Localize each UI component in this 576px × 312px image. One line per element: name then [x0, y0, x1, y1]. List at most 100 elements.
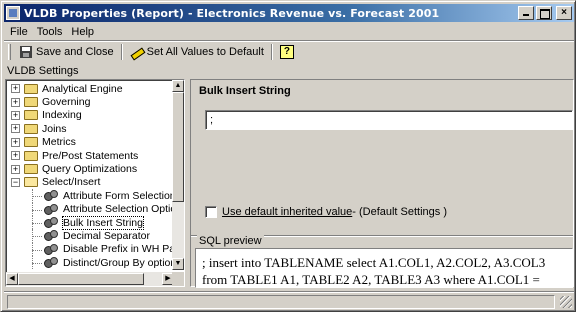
tree-vertical-scrollbar[interactable]: ▲ ▼ — [172, 80, 184, 270]
minimize-button[interactable] — [518, 6, 534, 20]
save-and-close-label: Save and Close — [36, 45, 114, 58]
settings-tree[interactable]: + Analytical Engine + Governing + Indexi… — [5, 79, 185, 287]
tree-item-label: Attribute Selection Option f — [63, 203, 172, 216]
expand-icon[interactable]: + — [11, 164, 20, 174]
tree-item-label: Bulk Insert String — [62, 215, 144, 230]
status-pane — [7, 295, 555, 309]
collapse-icon[interactable]: − — [11, 177, 20, 187]
tree-item-label: Decimal Separator — [63, 229, 150, 242]
setting-icon — [44, 257, 58, 269]
folder-icon — [24, 97, 38, 108]
tree-group-indexing[interactable]: + Indexing — [8, 109, 172, 122]
sql-preview-box[interactable]: ; insert into TABLENAME select A1.COL1, … — [195, 248, 573, 288]
tree-group-governing[interactable]: + Governing — [8, 95, 172, 108]
tree-group-label: Indexing — [42, 109, 82, 122]
maximize-button[interactable] — [536, 6, 552, 20]
expand-icon[interactable]: + — [11, 110, 20, 120]
set-all-defaults-button[interactable]: Set All Values to Default — [127, 43, 267, 61]
scroll-down-icon[interactable]: ▼ — [172, 258, 184, 270]
expand-icon[interactable]: + — [11, 84, 20, 94]
status-bar — [4, 291, 574, 310]
save-icon — [20, 45, 32, 58]
scroll-up-icon[interactable]: ▲ — [172, 80, 184, 92]
close-button[interactable]: × — [556, 6, 572, 20]
scroll-left-icon[interactable]: ◀ — [6, 273, 18, 285]
tree-line — [32, 236, 42, 238]
folder-icon — [24, 150, 38, 161]
tree-group-joins[interactable]: + Joins — [8, 122, 172, 135]
help-icon: ? — [279, 44, 294, 59]
tree-group-pre-post-statements[interactable]: + Pre/Post Statements — [8, 149, 172, 162]
tree-group-label: Query Optimizations — [42, 163, 138, 176]
tree-item-decimal-separator[interactable]: Decimal Separator — [8, 229, 172, 243]
use-default-label: Use default inherited value — [222, 206, 353, 218]
tree-group-analytical-engine[interactable]: + Analytical Engine — [8, 82, 172, 95]
set-all-defaults-label: Set All Values to Default — [146, 45, 264, 58]
horizontal-scroll-thumb[interactable] — [18, 273, 144, 285]
toolbar-grip[interactable] — [8, 43, 11, 60]
expand-icon[interactable]: + — [11, 97, 20, 107]
expand-icon[interactable]: + — [11, 124, 20, 134]
tree-group-label: Joins — [42, 122, 67, 135]
use-default-suffix: - (Default Settings ) — [352, 206, 448, 218]
expand-icon[interactable]: + — [11, 137, 20, 147]
toolbar-separator — [120, 43, 123, 60]
menu-tools[interactable]: Tools — [37, 26, 63, 38]
resize-grip-icon[interactable] — [560, 296, 572, 308]
tree-horizontal-scrollbar[interactable]: ◀ ▶ — [6, 272, 174, 286]
tree-line — [32, 222, 42, 224]
vldb-properties-window: VLDB Properties (Report) - Electronics R… — [0, 0, 576, 312]
tree-item-distinct-group-by[interactable]: Distinct/Group By option (wl — [8, 256, 172, 270]
open-folder-icon — [24, 177, 38, 188]
setting-icon — [44, 243, 58, 255]
use-default-checkbox[interactable] — [205, 206, 217, 218]
tree-rows: + Analytical Engine + Governing + Indexi… — [8, 82, 172, 270]
setting-icon — [44, 203, 58, 215]
window-title: VLDB Properties (Report) - Electronics R… — [24, 6, 440, 20]
help-button[interactable]: ? — [277, 43, 297, 61]
save-and-close-button[interactable]: Save and Close — [17, 43, 117, 61]
tree-item-disable-prefix[interactable]: Disable Prefix in WH Partitio — [8, 242, 172, 257]
use-default-checkbox-row[interactable]: Use default inherited value - (Default S… — [205, 206, 447, 218]
title-bar[interactable]: VLDB Properties (Report) - Electronics R… — [4, 4, 574, 22]
folder-icon — [24, 83, 38, 94]
setting-icon — [44, 217, 58, 229]
tree-line — [32, 263, 42, 265]
folder-icon — [24, 110, 38, 121]
expand-icon[interactable]: + — [11, 151, 20, 161]
sql-preview-text: ; insert into TABLENAME select A1.COL1, … — [202, 255, 546, 287]
tree-group-label: Select/Insert — [42, 176, 101, 189]
tree-group-label: Analytical Engine — [42, 82, 123, 95]
tree-line — [32, 249, 42, 251]
setting-detail-panel: Bulk Insert String ; Use default inherit… — [190, 79, 574, 288]
menu-bar: File Tools Help — [4, 23, 574, 40]
menu-help[interactable]: Help — [71, 26, 94, 38]
vertical-scroll-thumb[interactable] — [172, 92, 184, 202]
sql-preview-group: SQL preview ; insert into TABLENAME sele… — [191, 235, 573, 288]
bulk-insert-string-input[interactable]: ; — [205, 110, 573, 130]
tree-item-attribute-selection-option[interactable]: Attribute Selection Option f — [8, 202, 172, 216]
tree-line — [32, 196, 42, 198]
app-icon — [6, 6, 20, 20]
tree-group-label: Pre/Post Statements — [42, 149, 139, 162]
eraser-icon — [130, 46, 143, 58]
tree-item-label: Distinct/Group By option (wl — [63, 256, 172, 269]
tree-item-bulk-insert-string[interactable]: Bulk Insert String — [8, 215, 172, 230]
sql-preview-label: SQL preview — [197, 235, 264, 247]
vldb-settings-label: VLDB Settings — [7, 65, 79, 77]
folder-icon — [24, 164, 38, 175]
folder-icon — [24, 137, 38, 148]
tree-group-select-insert[interactable]: − Select/Insert — [8, 176, 172, 189]
tree-line — [32, 209, 42, 211]
toolbar: Save and Close Set All Values to Default… — [4, 40, 574, 62]
tree-item-label: Attribute Form Selection Op — [63, 189, 172, 202]
tree-group-metrics[interactable]: + Metrics — [8, 136, 172, 149]
tree-group-query-optimizations[interactable]: + Query Optimizations — [8, 162, 172, 175]
menu-file[interactable]: File — [10, 26, 28, 38]
setting-title: Bulk Insert String — [199, 85, 291, 97]
tree-item-label: Disable Prefix in WH Partitio — [63, 243, 172, 256]
tree-group-label: Governing — [42, 96, 91, 109]
setting-icon — [44, 190, 58, 202]
tree-item-attribute-form-selection[interactable]: Attribute Form Selection Op — [8, 189, 172, 203]
folder-icon — [24, 123, 38, 134]
